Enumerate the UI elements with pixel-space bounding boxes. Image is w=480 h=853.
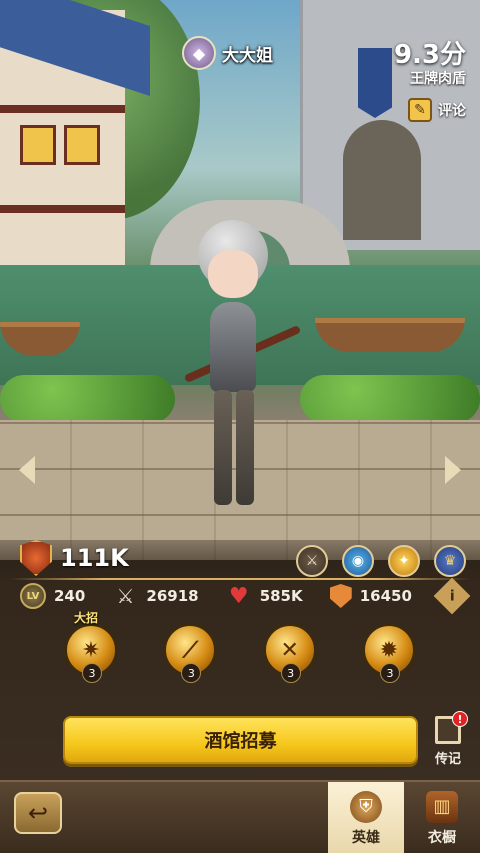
house-beam <box>0 105 125 113</box>
previous-hero-button[interactable] <box>14 450 40 490</box>
knight-helmet-icon: ⛨ <box>350 790 382 823</box>
water-element-icon[interactable]: ◉ <box>342 545 374 577</box>
crystal-rank-icon[interactable]: ◆ <box>182 36 216 70</box>
skill-4[interactable]: ✹ 3 <box>358 615 420 683</box>
review-label: 评论 <box>438 103 466 119</box>
biography-button[interactable]: ! 传记 <box>428 711 468 772</box>
rowboat <box>315 318 465 352</box>
bottom-nav: ↩ ⛨ 英雄 ▥ 衣橱 <box>0 780 480 853</box>
hp-value: 585K <box>259 587 303 605</box>
tab-wardrobe[interactable]: ▥ 衣橱 <box>404 782 480 853</box>
hero-character[interactable] <box>180 220 302 520</box>
hero-name-header: ◆ 大大姐 <box>182 36 273 70</box>
stats-row: LV 240 ⚔ 26918 ♥ 585K 16450 i <box>20 577 471 615</box>
skill-2[interactable]: ⟋ 3 <box>159 615 221 683</box>
hedge <box>300 375 480 423</box>
skill-3[interactable]: ✕ 3 <box>259 615 321 683</box>
hero-armor <box>210 302 256 392</box>
level-value: 240 <box>54 587 86 605</box>
skill-ultimate[interactable]: 大招 ✷ 3 <box>60 611 122 683</box>
wardrobe-icon: ▥ <box>426 790 458 823</box>
attack-swords-icon: ⚔ <box>116 584 135 608</box>
back-button[interactable]: ↩ <box>14 792 62 834</box>
tab-hero[interactable]: ⛨ 英雄 <box>328 782 404 853</box>
alert-badge: ! <box>452 711 468 727</box>
hero-tagline: 王牌肉盾 <box>410 71 466 87</box>
info-icon[interactable]: i <box>433 577 471 615</box>
stat-level: LV 240 <box>20 583 85 609</box>
castle-gate <box>343 120 421 240</box>
house-window <box>20 125 56 165</box>
ultimate-tag: 大招 <box>74 611 99 625</box>
light-element-icon[interactable]: ✦ <box>388 545 420 577</box>
level-icon: LV <box>20 583 46 609</box>
skill-level: 3 <box>379 663 400 683</box>
review-button[interactable]: ✎ 评论 <box>408 98 466 122</box>
chevron-left-icon <box>19 456 35 484</box>
recruit-label: 酒馆招募 <box>204 731 277 752</box>
house-beam <box>0 205 125 213</box>
hedge <box>0 375 175 423</box>
heart-icon: ♥ <box>228 583 249 609</box>
biography-book-icon: ! <box>435 711 468 744</box>
power-shield-icon <box>20 540 52 576</box>
power-row: 111K <box>20 540 129 576</box>
timber-house <box>0 0 150 270</box>
hero-leg <box>236 390 254 505</box>
tavern-recruit-button[interactable]: 酒馆招募 <box>63 716 418 764</box>
attack-value: 26918 <box>146 587 199 605</box>
house-window <box>64 125 100 165</box>
skill-level: 3 <box>280 663 301 683</box>
chevron-right-icon <box>445 456 461 484</box>
hero-name: 大大姐 <box>222 45 273 66</box>
divider <box>10 578 470 580</box>
stat-defense: 16450 <box>329 584 412 608</box>
defense-shield-icon <box>329 584 352 608</box>
faction-icons: ⚔ ◉ ✦ ♛ <box>296 545 466 577</box>
stat-hp: ♥ 585K <box>226 583 303 609</box>
biography-label: 传记 <box>434 752 461 767</box>
power-value: 111K <box>60 544 129 572</box>
castle-banner <box>358 48 392 118</box>
skill-level: 3 <box>82 663 102 683</box>
guardian-class-icon[interactable]: ♛ <box>434 545 466 577</box>
back-arrow-icon: ↩ <box>27 799 49 827</box>
defense-value: 16450 <box>359 587 412 605</box>
review-pencil-icon: ✎ <box>408 98 432 122</box>
hero-leg <box>214 390 232 505</box>
hero-face <box>208 250 258 298</box>
hero-score: 9.3分 <box>393 40 466 70</box>
weapon-faction-icon[interactable]: ⚔ <box>296 545 328 577</box>
next-hero-button[interactable] <box>440 450 466 490</box>
skill-list: 大招 ✷ 3 ⟋ 3 ✕ 3 ✹ 3 <box>60 611 420 683</box>
tab-wardrobe-label: 衣橱 <box>428 829 456 846</box>
stat-attack: ⚔ 26918 <box>112 583 198 609</box>
tab-hero-label: 英雄 <box>352 829 380 846</box>
